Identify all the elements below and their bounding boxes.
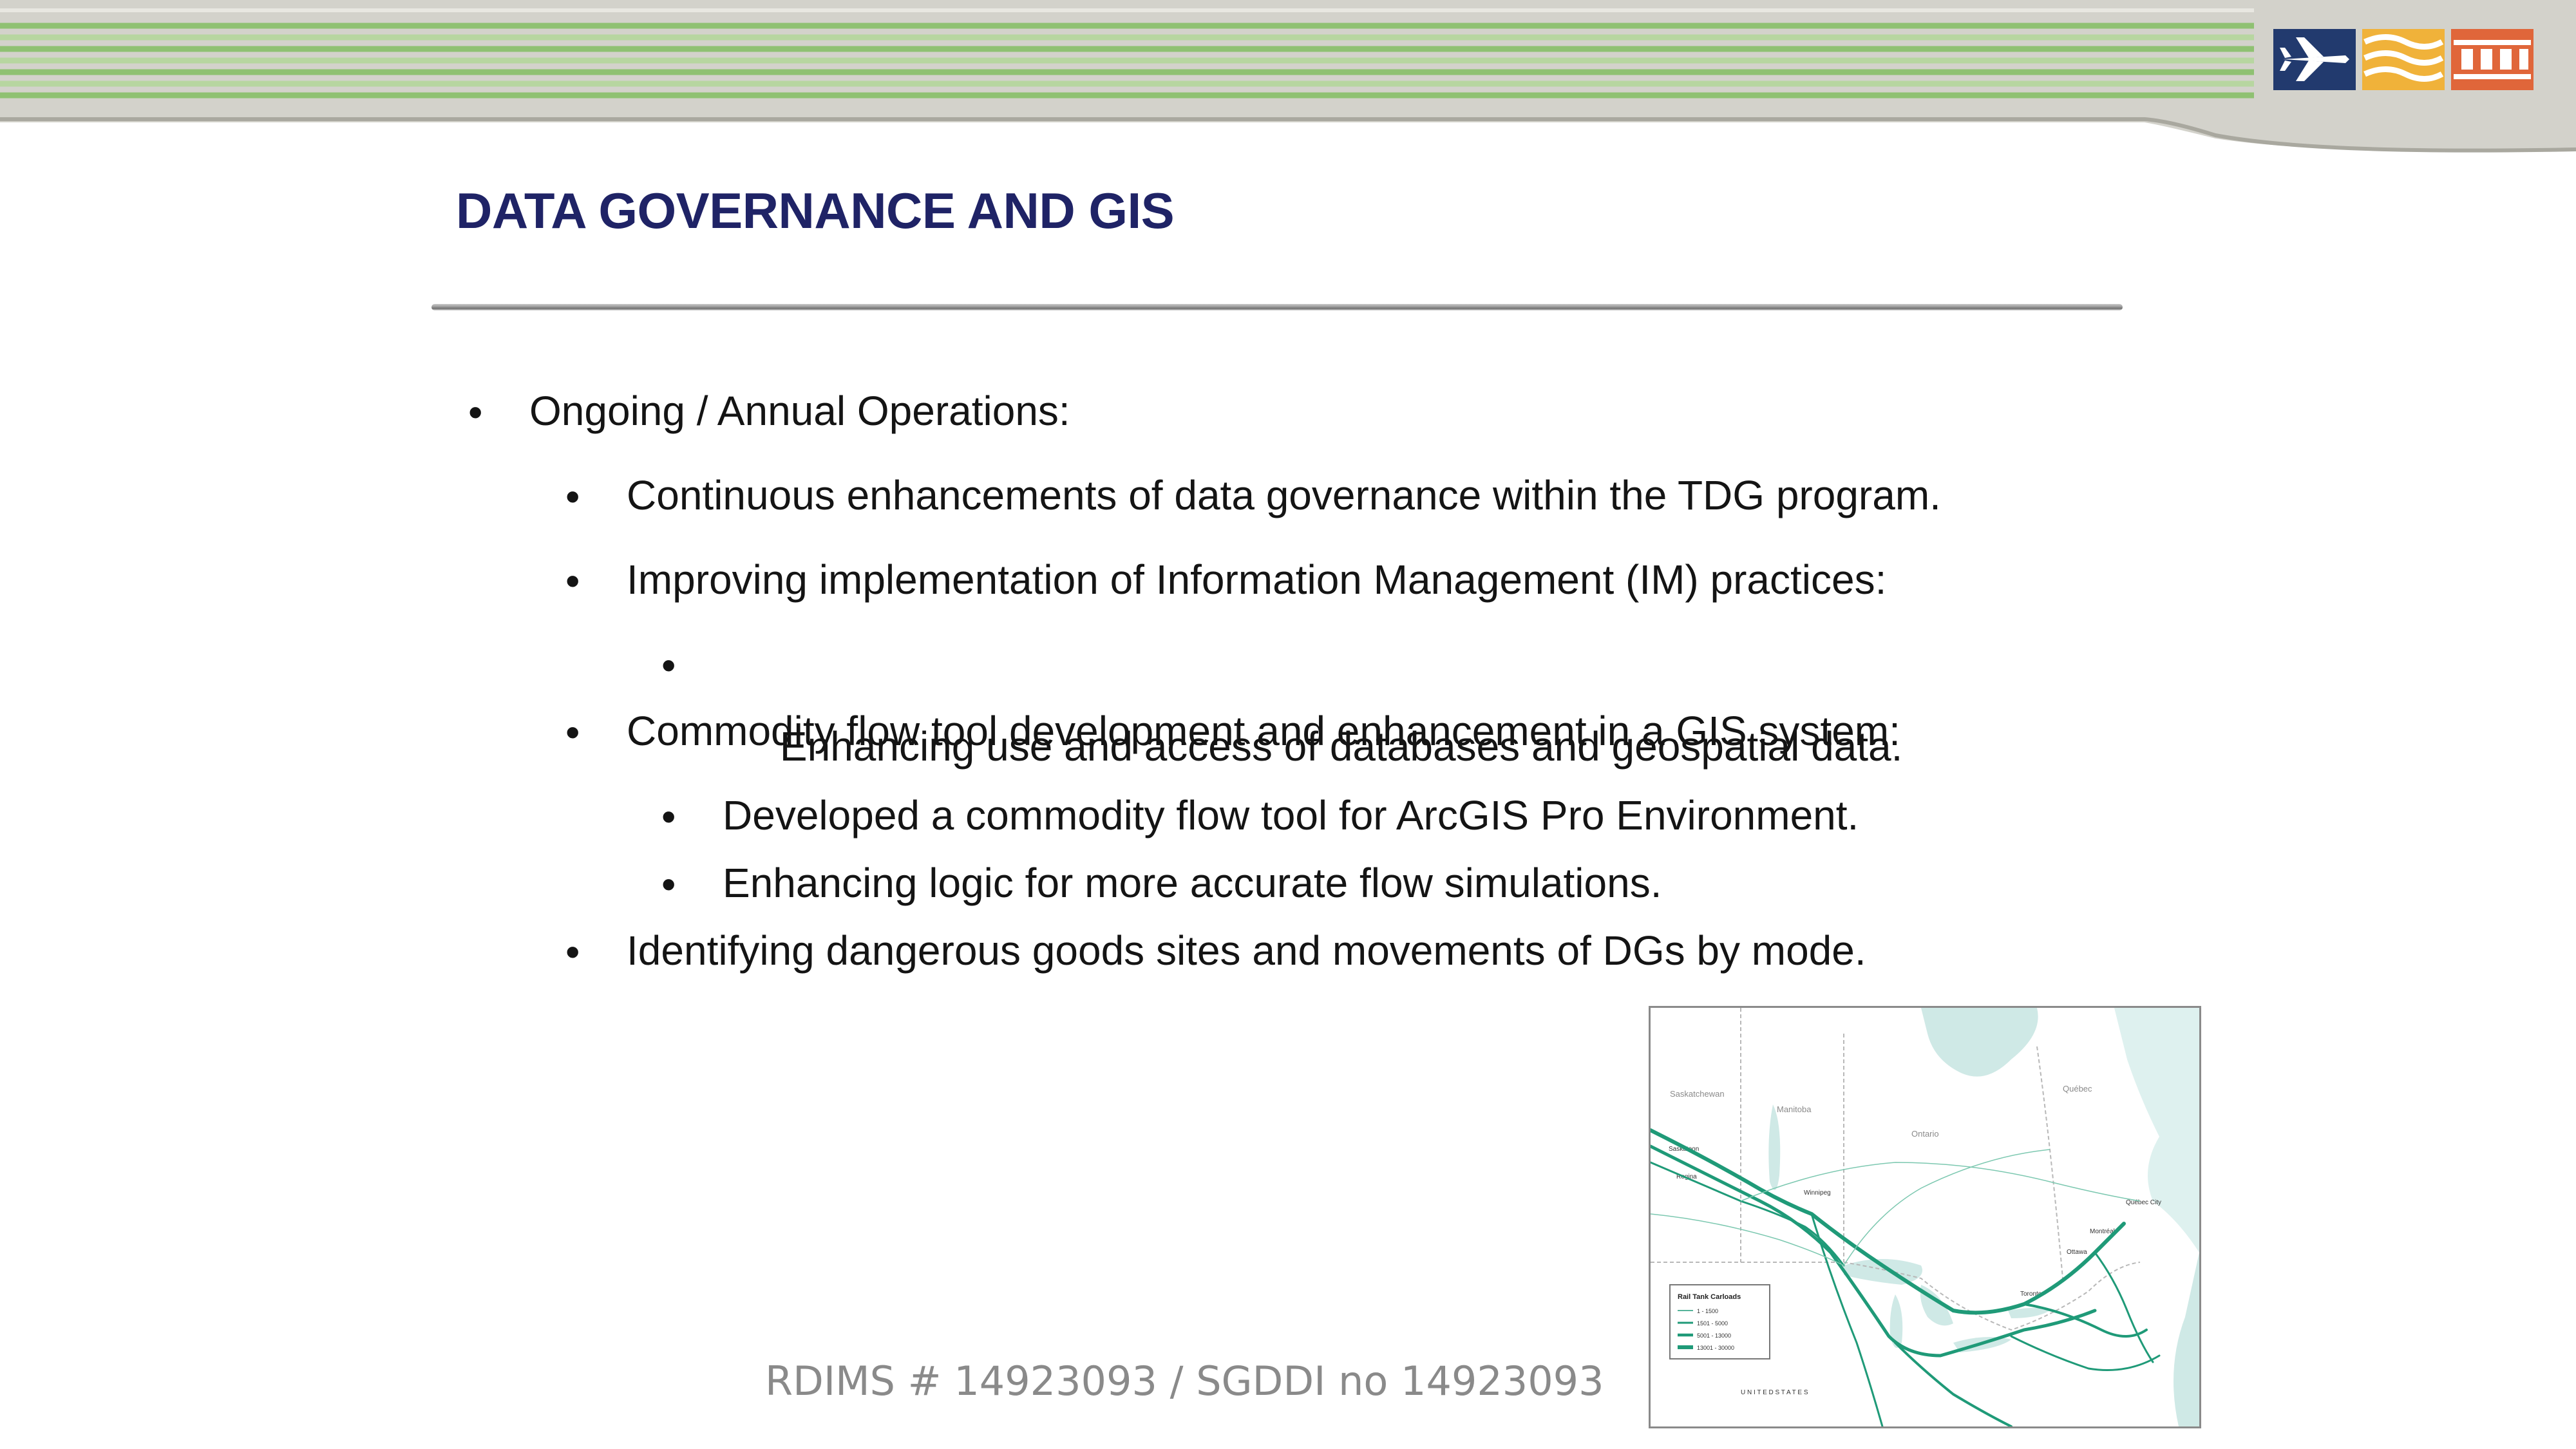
map-label-quebec-city: Québec City xyxy=(2126,1199,2161,1206)
bullet-list: • Ongoing / Annual Operations: • Continu… xyxy=(0,0,2576,1030)
bullet-glyph: • xyxy=(565,558,580,604)
bullet-text: Enhancing logic for more accurate flow s… xyxy=(723,860,1662,906)
map-label-united-states: U N I T E D S T A T E S xyxy=(1741,1389,1808,1396)
bullet-text: Identifying dangerous goods sites and mo… xyxy=(627,927,1866,974)
bullet-item: • Continuous enhancements of data govern… xyxy=(565,472,1941,518)
map-label-ottawa: Ottawa xyxy=(2067,1249,2087,1256)
map-legend: Rail Tank Carloads 1 - 1500 1501 - 5000 … xyxy=(1669,1284,1770,1359)
bullet-glyph: • xyxy=(468,389,483,435)
bullet-item: • Improving implementation of Informatio… xyxy=(565,556,1887,603)
bullet-text: Ongoing / Annual Operations: xyxy=(529,388,1070,434)
bullet-glyph: • xyxy=(661,642,676,688)
bullet-item: • Commodity flow tool development and en… xyxy=(565,708,1900,754)
bullet-item: • Ongoing / Annual Operations: xyxy=(468,388,1070,434)
map-label-ontario: Ontario xyxy=(1911,1129,1939,1139)
bullet-item: • Developed a commodity flow tool for Ar… xyxy=(661,792,1859,838)
bullet-text: Improving implementation of Information … xyxy=(627,556,1887,603)
legend-item: 1501 - 5000 xyxy=(1697,1320,1728,1327)
legend-title: Rail Tank Carloads xyxy=(1678,1293,1741,1301)
bullet-glyph: • xyxy=(661,861,676,907)
bullet-text: Continuous enhancements of data governan… xyxy=(627,472,1941,518)
map-label-manitoba: Manitoba xyxy=(1777,1104,1812,1114)
footer-document-reference: RDIMS # 14923093 / SGDDI no 14923093 xyxy=(765,1358,1604,1405)
bullet-glyph: • xyxy=(661,793,676,840)
map-label-quebec: Québec xyxy=(2063,1084,2092,1094)
rail-flow-map: Saskatchewan Manitoba Ontario Québec Sas… xyxy=(1649,1006,2201,1428)
map-label-winnipeg: Winnipeg xyxy=(1804,1189,1831,1197)
bullet-glyph: • xyxy=(565,473,580,520)
bullet-glyph: • xyxy=(565,929,580,975)
legend-item: 13001 - 30000 xyxy=(1697,1345,1734,1351)
bullet-item: • Enhancing logic for more accurate flow… xyxy=(661,860,1662,906)
bullet-text: Commodity flow tool development and enha… xyxy=(627,708,1900,754)
map-label-saskatchewan: Saskatchewan xyxy=(1670,1089,1725,1099)
legend-item: 5001 - 13000 xyxy=(1697,1332,1731,1339)
bullet-item: • Identifying dangerous goods sites and … xyxy=(565,927,1866,974)
bullet-text: Developed a commodity flow tool for ArcG… xyxy=(723,792,1859,838)
legend-item: 1 - 1500 xyxy=(1697,1308,1718,1314)
bullet-glyph: • xyxy=(565,709,580,755)
